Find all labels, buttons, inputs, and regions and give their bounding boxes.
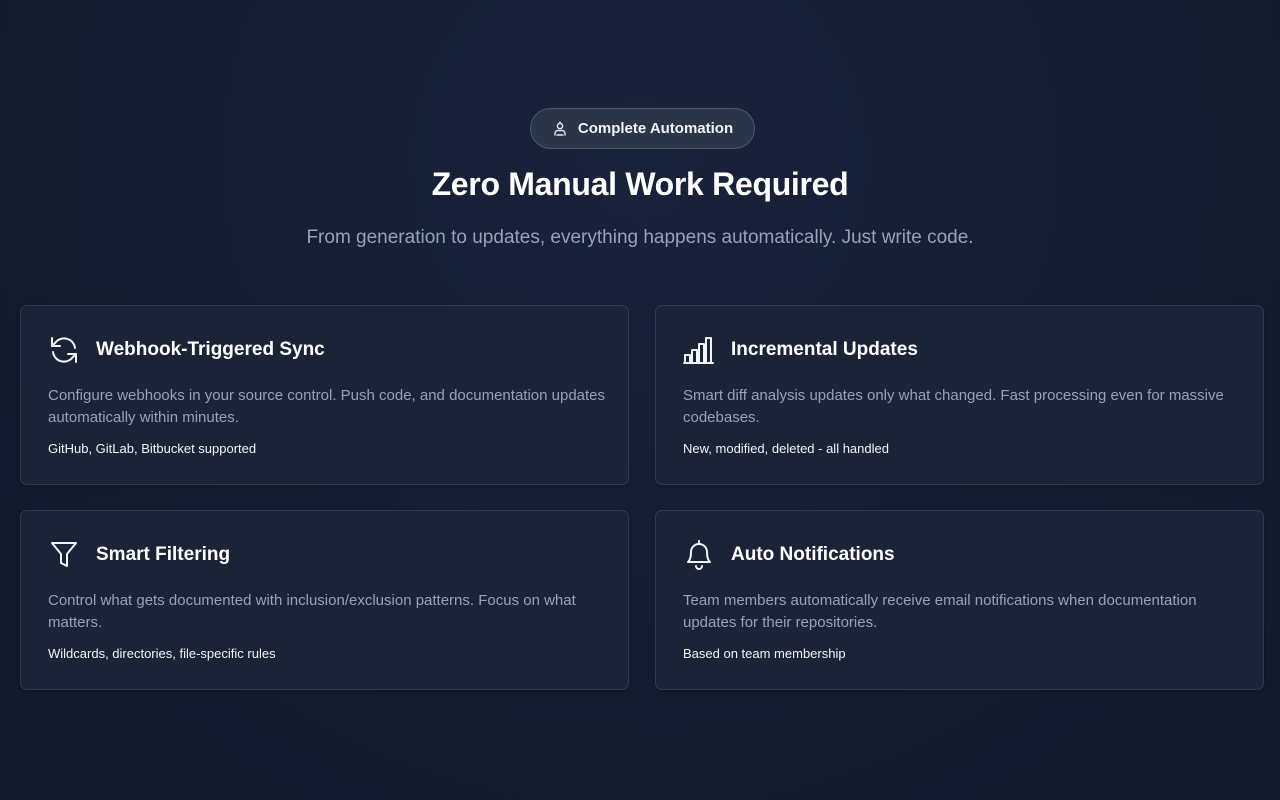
card-description: Smart diff analysis updates only what ch…: [683, 387, 1224, 426]
section-subtitle: From generation to updates, everything h…: [306, 227, 974, 248]
feature-card-webhook-sync: Webhook-Triggered Sync Configure webhook…: [20, 305, 629, 485]
card-description: Team members automatically receive email…: [683, 592, 1197, 631]
filter-icon: [48, 539, 80, 571]
card-note: New, modified, deleted - all handled: [683, 441, 889, 456]
robot-icon: [552, 120, 568, 137]
card-title: Smart Filtering: [96, 544, 231, 565]
card-title: Auto Notifications: [731, 544, 895, 565]
card-note: Based on team membership: [683, 646, 846, 661]
card-title: Incremental Updates: [731, 339, 918, 360]
section-title: Zero Manual Work Required: [431, 166, 849, 202]
card-description: Control what gets documented with inclus…: [48, 592, 576, 631]
card-title: Webhook-Triggered Sync: [96, 339, 325, 360]
feature-card-smart-filtering: Smart Filtering Control what gets docume…: [20, 510, 629, 690]
automation-section: Complete Automation Zero Manual Work Req…: [0, 0, 1280, 800]
bar-chart-icon: [683, 334, 715, 366]
complete-automation-badge: Complete Automation: [530, 108, 755, 149]
card-note: GitHub, GitLab, Bitbucket supported: [48, 441, 257, 456]
feature-card-incremental-updates: Incremental Updates Smart diff analysis …: [655, 305, 1264, 485]
feature-card-auto-notifications: Auto Notifications Team members automati…: [655, 510, 1264, 690]
refresh-icon: [48, 334, 80, 366]
badge-label: Complete Automation: [577, 120, 734, 137]
card-note: Wildcards, directories, file-specific ru…: [48, 646, 276, 661]
card-description: Configure webhooks in your source contro…: [48, 387, 606, 426]
bell-icon: [683, 539, 715, 571]
